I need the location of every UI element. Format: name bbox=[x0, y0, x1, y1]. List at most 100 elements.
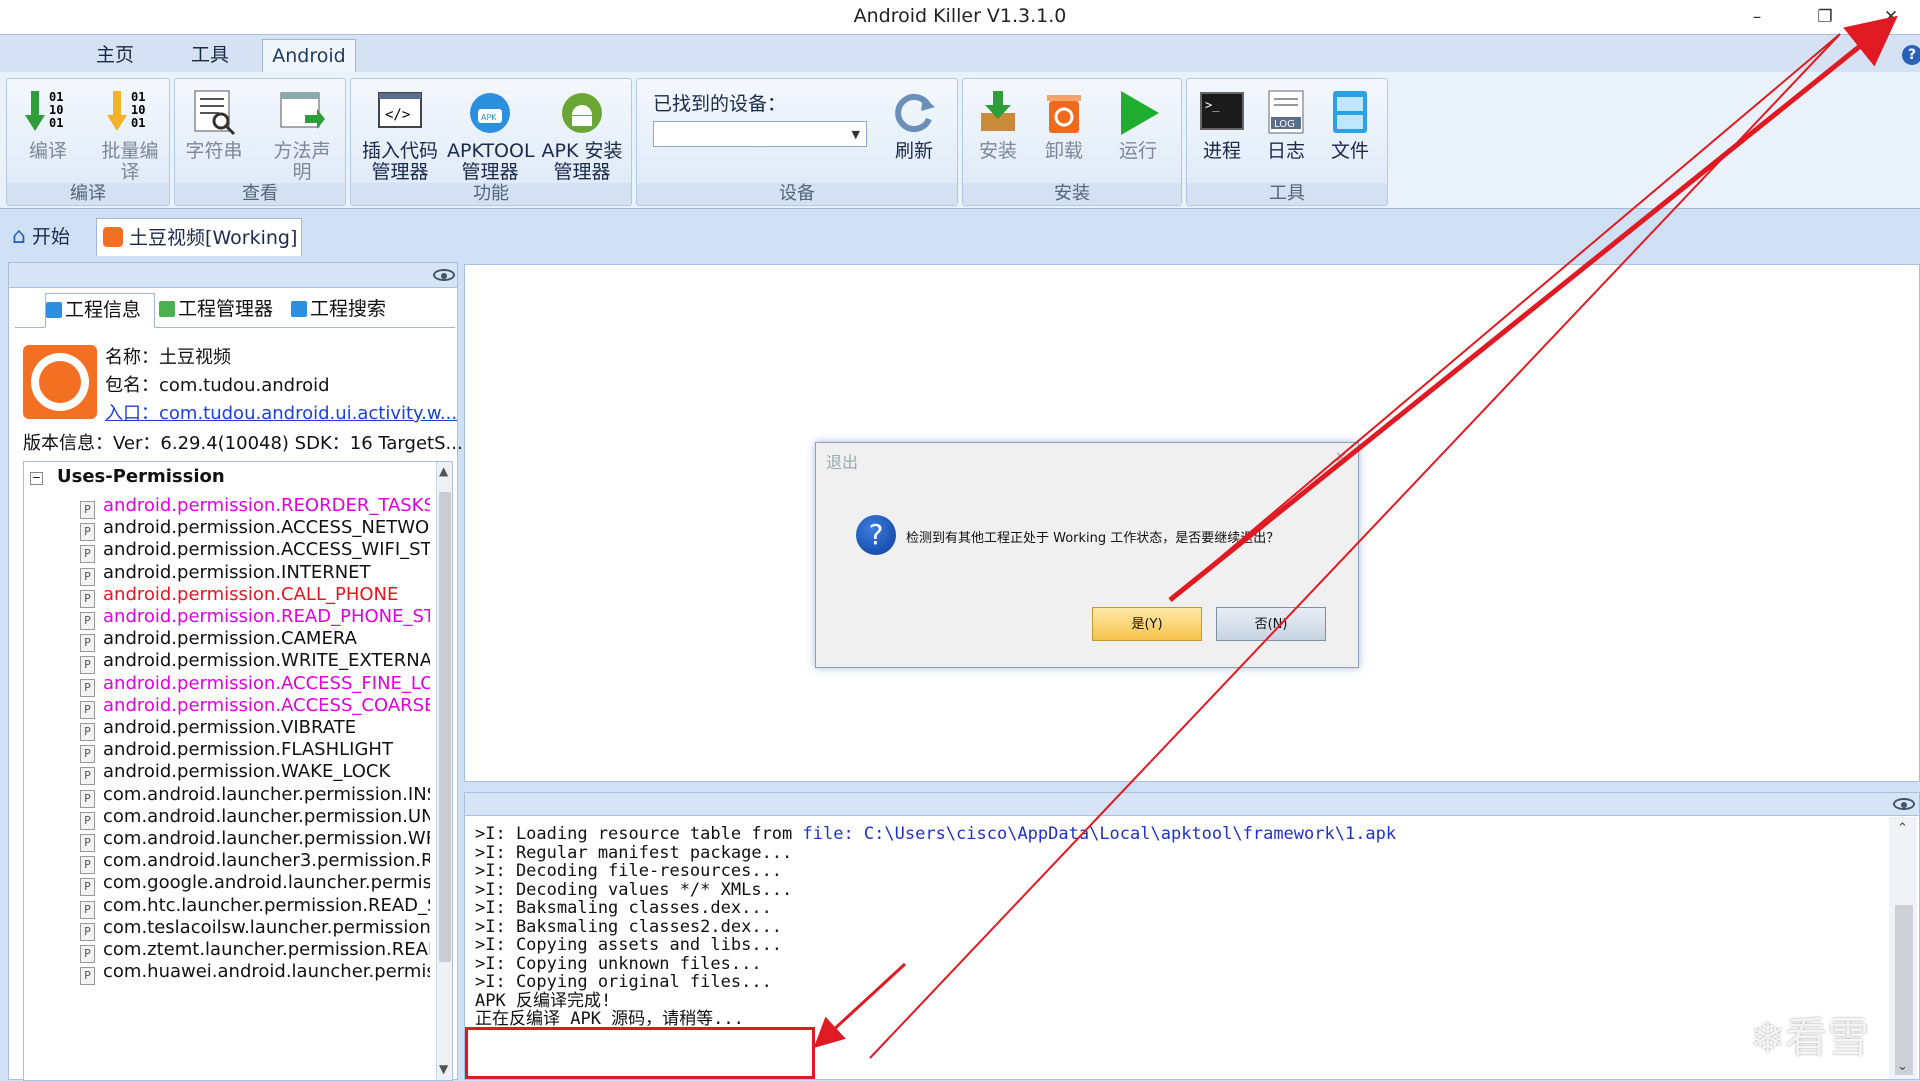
log-line-path: file: C:\Users\cisco\AppData\Local\apkto… bbox=[802, 824, 1397, 844]
log-line-text: 正在反编译 APK 源码，请稍等... bbox=[475, 1009, 744, 1029]
tab-project-search[interactable]: 工程搜索 bbox=[291, 293, 401, 326]
app-entry-label: 入口： bbox=[105, 403, 159, 424]
restore-button[interactable]: ❐ bbox=[1802, 2, 1848, 32]
project-subtabs: 工程信息 工程管理器 工程搜索 bbox=[15, 293, 455, 328]
collapse-icon[interactable]: − bbox=[30, 472, 43, 485]
dialog-message: 检测到有其他工程正处于 Working 工作状态，是否要继续退出？ bbox=[906, 531, 1280, 546]
svg-text:01: 01 bbox=[49, 116, 63, 130]
permission-label: com.htc.launcher.permission.READ_SETTING… bbox=[103, 894, 430, 916]
log-label: 日志 bbox=[1266, 140, 1305, 162]
batch-compile-button[interactable]: 01 10 01 批量编译 bbox=[97, 85, 163, 183]
permission-tree: − Uses-Permission Pandroid.permission.REO… bbox=[23, 461, 453, 1081]
uninstall-label: 卸载 bbox=[1044, 140, 1083, 162]
minimize-button[interactable]: – bbox=[1734, 2, 1780, 32]
app-name: 名称：土豆视频 bbox=[105, 343, 231, 369]
permission-item[interactable]: Pcom.huawei.android.launcher.permission.… bbox=[80, 958, 430, 986]
tab-tools[interactable]: 工具 bbox=[175, 39, 245, 71]
tab-project[interactable]: 土豆视频[Working] bbox=[96, 218, 302, 256]
ribbon-toolbar: 01 10 01 编译 01 10 01 批量编译 编译 字符串 方法声明 查看 </>… bbox=[0, 72, 1920, 209]
log-panel-header bbox=[465, 793, 1919, 816]
permission-label: android.permission.ACCESS_WIFI_STATE bbox=[103, 539, 430, 561]
permission-label: android.permission.WRITE_EXTERNAL_STORAG… bbox=[103, 650, 430, 672]
scroll-down-icon[interactable]: ▼ bbox=[439, 1062, 448, 1076]
app-version-label: 版本信息： bbox=[23, 433, 113, 454]
run-label: 运行 bbox=[1118, 140, 1157, 162]
device-select[interactable]: ▼ bbox=[653, 121, 867, 147]
method-decl-button[interactable]: 方法声明 bbox=[269, 85, 335, 183]
refresh-label: 刷新 bbox=[894, 140, 933, 162]
tab-home[interactable]: 主页 bbox=[80, 39, 150, 71]
apktool-manager-button[interactable]: APK APKTOOL管理器 bbox=[447, 85, 535, 183]
svg-text:</>: </> bbox=[385, 107, 410, 123]
app-name-value: 土豆视频 bbox=[159, 347, 231, 368]
no-button[interactable]: 否(N) bbox=[1216, 607, 1326, 641]
document-tabs: ⌂ 开始 土豆视频[Working] bbox=[0, 210, 1920, 258]
info-icon bbox=[46, 302, 62, 318]
title-bar: Android Killer V1.3.1.0 – ❐ ✕ bbox=[0, 0, 1920, 34]
permission-label: com.android.launcher3.permission.READ_SE… bbox=[103, 850, 430, 872]
tab-project-manager[interactable]: 工程管理器 bbox=[159, 293, 283, 326]
dialog-close-icon[interactable]: × bbox=[1335, 447, 1348, 466]
tree-scrollbar[interactable]: ▲ ▼ bbox=[436, 462, 452, 1080]
permission-label: android.permission.CAMERA bbox=[103, 628, 357, 650]
tab-start[interactable]: ⌂ 开始 bbox=[12, 218, 92, 256]
tree-root-uses-permission[interactable]: − Uses-Permission bbox=[30, 466, 225, 487]
app-package-value: com.tudou.android bbox=[159, 375, 330, 396]
permission-label: com.android.launcher.permission.INSTALL_… bbox=[103, 783, 430, 805]
uninstall-button[interactable]: 卸载 bbox=[1031, 85, 1097, 181]
file-button[interactable]: 文件 bbox=[1317, 85, 1383, 181]
device-group-label: 设备 bbox=[637, 183, 957, 205]
app-tab-icon bbox=[103, 227, 123, 247]
install-button[interactable]: 安装 bbox=[965, 85, 1031, 181]
refresh-button[interactable]: 刷新 bbox=[881, 85, 947, 181]
project-panel: 工程信息 工程管理器 工程搜索 名称：土豆视频 包名：com.tudou.and… bbox=[8, 262, 463, 1081]
batch-compile-icon: 011001 bbox=[107, 90, 145, 131]
compile-button[interactable]: 01 10 01 编译 bbox=[15, 85, 81, 181]
file-cabinet-icon bbox=[1333, 91, 1367, 133]
compile-icon: 011001 bbox=[25, 90, 63, 131]
close-window-button[interactable]: ✕ bbox=[1868, 2, 1914, 32]
apk-install-manager-label: APK 安装管理器 bbox=[541, 140, 623, 183]
log-button[interactable]: LOG 日志 bbox=[1253, 85, 1319, 181]
help-icon[interactable]: ? bbox=[1902, 45, 1920, 65]
yes-button[interactable]: 是(Y) bbox=[1092, 607, 1202, 641]
strings-label: 字符串 bbox=[185, 140, 243, 162]
tree-scroll-thumb[interactable] bbox=[439, 492, 451, 962]
tab-project-info[interactable]: 工程信息 bbox=[45, 293, 155, 328]
svg-text:>_: >_ bbox=[1205, 98, 1220, 112]
file-label: 文件 bbox=[1330, 140, 1369, 162]
log-scrollbar[interactable]: ⌃ ⌄ bbox=[1889, 817, 1917, 1079]
scroll-up-icon[interactable]: ⌃ bbox=[1897, 821, 1908, 836]
install-group-label: 安装 bbox=[963, 183, 1181, 205]
permission-label: com.android.launcher.permission.WRITE_SE… bbox=[103, 828, 430, 849]
run-button[interactable]: 运行 bbox=[1105, 85, 1171, 181]
watermark: ❄看雪 bbox=[1750, 1013, 1870, 1062]
tab-android[interactable]: Android bbox=[262, 39, 356, 72]
eye-icon[interactable] bbox=[433, 269, 455, 281]
log-icon: LOG bbox=[1268, 90, 1304, 134]
app-package-label: 包名： bbox=[105, 375, 159, 396]
insert-code-manager-button[interactable]: </> 插入代码管理器 bbox=[357, 85, 443, 183]
view-group-label: 查看 bbox=[175, 183, 345, 205]
install-label: 安装 bbox=[978, 140, 1017, 162]
svg-text:10: 10 bbox=[131, 103, 145, 117]
app-name-label: 名称： bbox=[105, 347, 159, 368]
app-version-value: Ver：6.29.4(10048) SDK：16 TargetS... bbox=[113, 433, 463, 454]
log-scroll-thumb[interactable] bbox=[1895, 905, 1913, 1075]
batch-compile-label: 批量编译 bbox=[101, 140, 159, 183]
method-decl-icon bbox=[280, 92, 325, 129]
process-label: 进程 bbox=[1202, 140, 1241, 162]
dialog-title: 退出 bbox=[826, 453, 859, 472]
permission-label: android.permission.ACCESS_COARSE_LOCATIO… bbox=[103, 694, 430, 716]
scroll-down-icon[interactable]: ⌄ bbox=[1897, 1059, 1908, 1074]
app-entry-link[interactable]: 入口：com.tudou.android.ui.activity.w... bbox=[105, 399, 457, 425]
scroll-up-icon[interactable]: ▲ bbox=[439, 464, 448, 478]
strings-button[interactable]: 字符串 bbox=[181, 85, 247, 181]
permission-label: android.permission.CALL_PHONE bbox=[103, 583, 399, 605]
svg-text:01: 01 bbox=[49, 90, 63, 104]
process-button[interactable]: >_ 进程 bbox=[1189, 85, 1255, 181]
apk-install-manager-button[interactable]: APK 安装管理器 bbox=[537, 85, 627, 183]
svg-text:01: 01 bbox=[131, 90, 145, 104]
eye-icon[interactable] bbox=[1893, 798, 1915, 810]
svg-text:APK: APK bbox=[481, 113, 497, 122]
